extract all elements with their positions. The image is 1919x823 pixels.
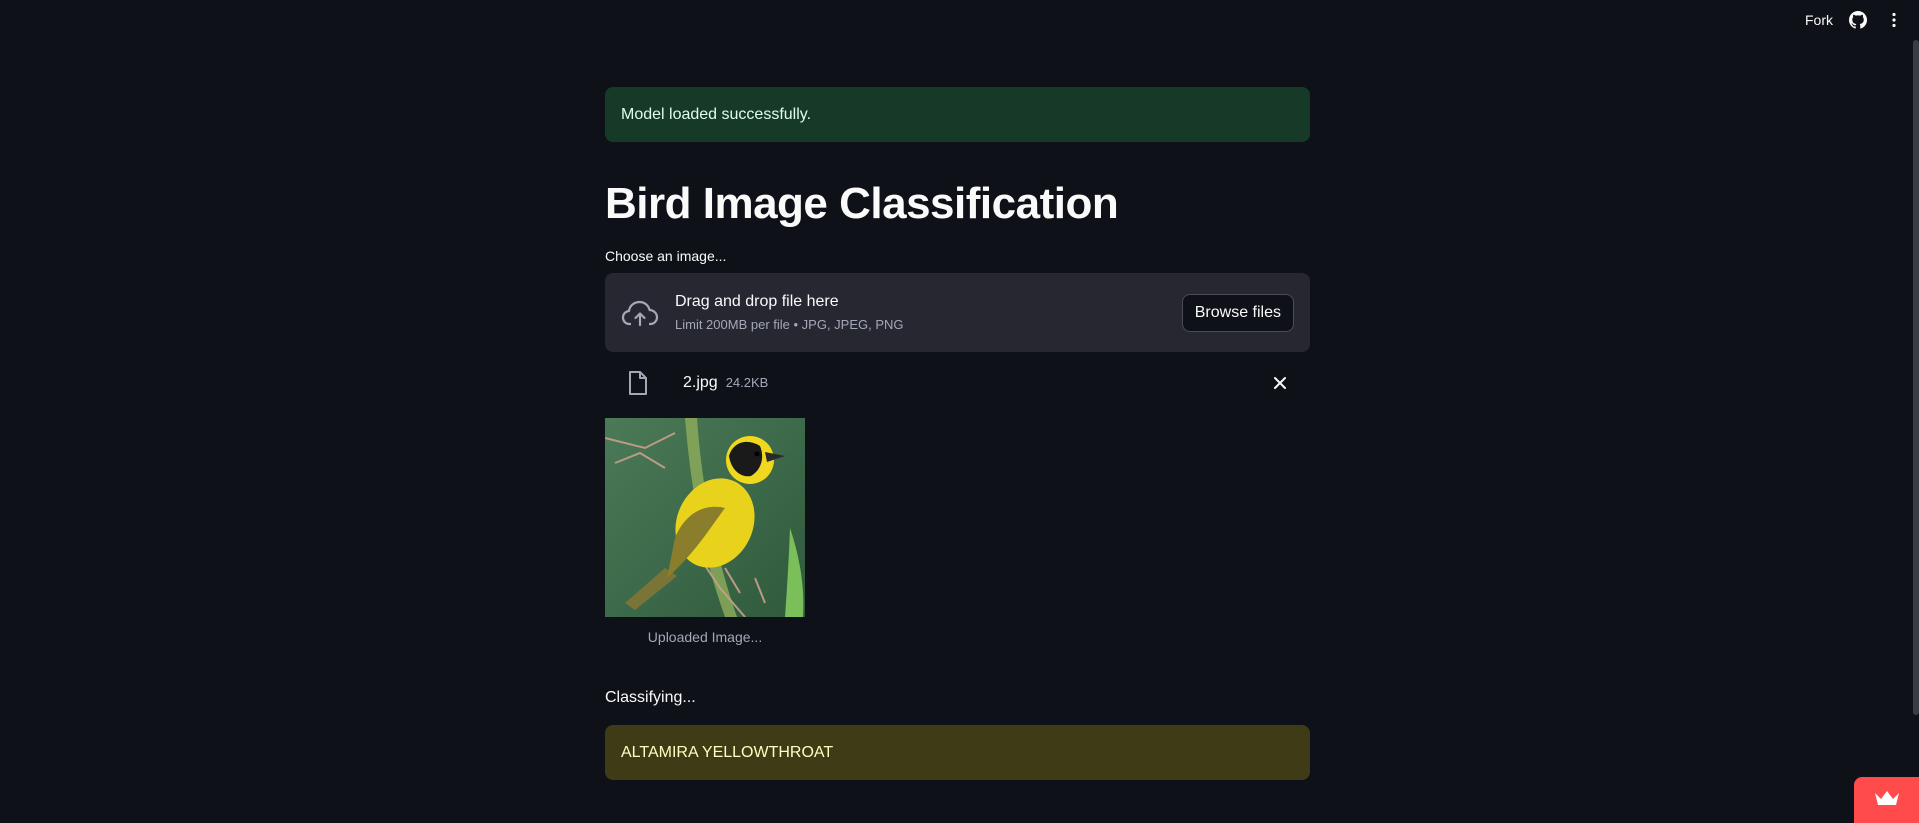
crown-icon bbox=[1874, 790, 1900, 811]
success-alert: Model loaded successfully. bbox=[605, 87, 1310, 142]
streamlit-crown-button[interactable] bbox=[1854, 777, 1919, 823]
main-content: Model loaded successfully. Bird Image Cl… bbox=[605, 87, 1310, 781]
top-toolbar: Fork bbox=[0, 0, 1919, 40]
page-title: Bird Image Classification bbox=[605, 179, 1119, 228]
dropzone-limit-text: Limit 200MB per file • JPG, JPEG, PNG bbox=[675, 317, 904, 333]
uploaded-image-block: Uploaded Image... bbox=[605, 418, 805, 645]
uploaded-bird-image bbox=[605, 418, 805, 618]
classifying-status: Classifying... bbox=[605, 689, 696, 707]
file-dropzone[interactable]: Drag and drop file here Limit 200MB per … bbox=[605, 273, 1310, 353]
github-icon[interactable] bbox=[1847, 9, 1869, 31]
dropzone-title: Drag and drop file here bbox=[675, 293, 839, 311]
image-caption: Uploaded Image... bbox=[647, 629, 763, 646]
close-icon[interactable] bbox=[1266, 369, 1294, 397]
dropzone-text: Drag and drop file here Limit 200MB per … bbox=[675, 293, 1182, 332]
vertical-dots-icon[interactable] bbox=[1883, 9, 1905, 31]
browse-files-button[interactable]: Browse files bbox=[1181, 293, 1294, 332]
fork-link[interactable]: Fork bbox=[1805, 12, 1833, 28]
success-alert-text: Model loaded successfully. bbox=[621, 105, 812, 123]
uploaded-file-row: 2.jpg 24.2KB bbox=[605, 352, 1310, 413]
result-alert-text: ALTAMIRA YELLOWTHROAT bbox=[621, 743, 834, 761]
page-scrollbar[interactable] bbox=[1913, 40, 1919, 715]
file-name: 2.jpg bbox=[683, 373, 718, 391]
cloud-upload-icon bbox=[621, 294, 659, 332]
file-size: 24.2KB bbox=[725, 375, 769, 391]
file-icon bbox=[627, 367, 667, 399]
uploader-label: Choose an image... bbox=[605, 248, 727, 265]
result-alert: ALTAMIRA YELLOWTHROAT bbox=[605, 725, 1310, 781]
